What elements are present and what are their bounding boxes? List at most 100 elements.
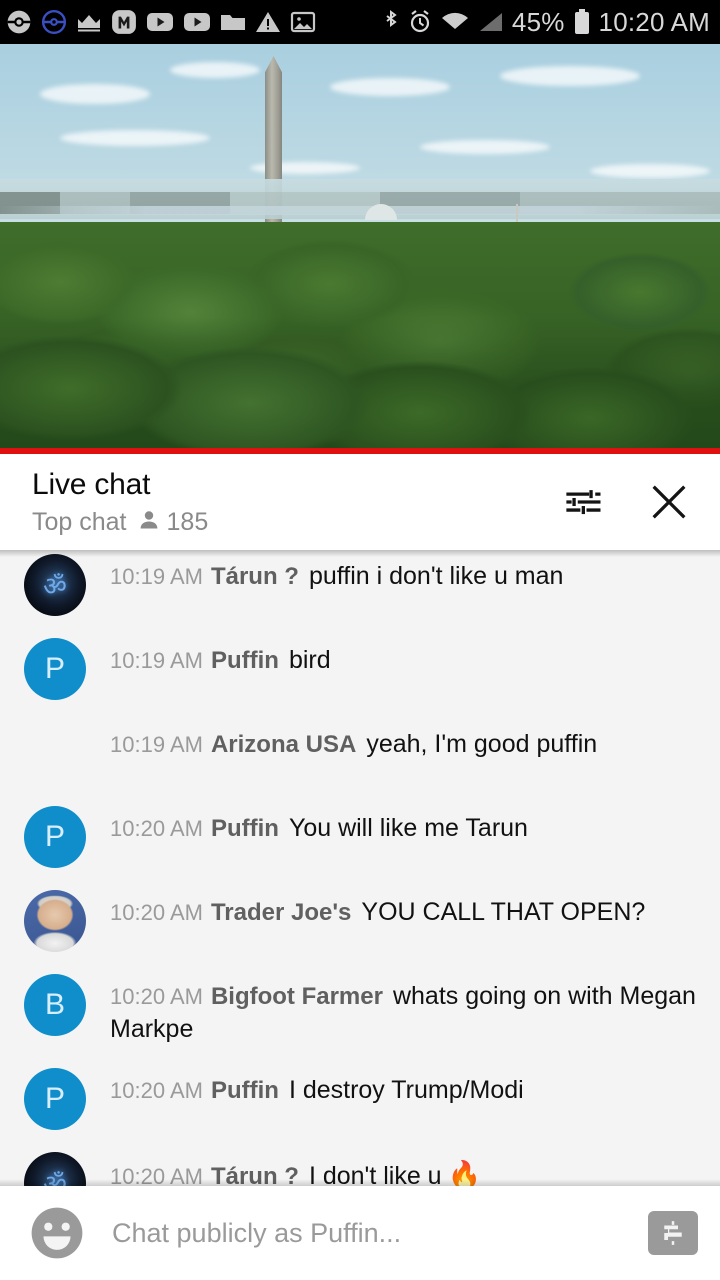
potomac-river	[0, 206, 720, 215]
chat-message-body: 10:20 AM Trader Joe's YOU CALL THAT OPEN?	[86, 888, 645, 929]
tune-sliders-icon[interactable]	[562, 481, 604, 523]
cloud	[590, 164, 710, 178]
avatar[interactable]: P	[24, 806, 86, 868]
youtube-icon-2	[183, 11, 211, 33]
avatar-initial: ॐ	[43, 571, 67, 601]
message-timestamp: 10:19 AM	[110, 648, 203, 673]
youtube-icon	[146, 11, 174, 33]
folder-icon	[220, 11, 246, 33]
bluetooth-icon	[382, 9, 400, 35]
pokeball-outline-icon	[41, 9, 67, 35]
chat-message-row[interactable]: ॐ 10:19 AM Tárun ? puffin i don't like u m…	[0, 550, 720, 626]
alarm-icon	[408, 9, 432, 35]
app-screen: 45% 10:20 AM Live chat Top chat 185 ॐ 10…	[0, 0, 720, 1280]
cellular-signal-icon	[478, 10, 504, 34]
avatar-initial: P	[44, 820, 65, 853]
chat-message-row[interactable]: P 10:19 AM Puffin bird	[0, 626, 720, 710]
clock-label: 10:20 AM	[598, 6, 710, 37]
chat-message-body: 10:20 AM Puffin I destroy Trump/Modi	[86, 1066, 524, 1107]
message-author[interactable]: Puffin	[203, 815, 279, 842]
close-icon[interactable]	[646, 479, 692, 525]
warning-icon	[255, 10, 281, 34]
chat-message-row[interactable]: 10:20 AM Trader Joe's YOU CALL THAT OPEN?	[0, 878, 720, 962]
avatar[interactable]: P	[24, 1068, 86, 1130]
cloud	[420, 140, 550, 154]
message-timestamp: 10:20 AM	[110, 984, 203, 1009]
viewer-count-label: 185	[166, 507, 209, 536]
avatar[interactable]: B	[24, 974, 86, 1036]
message-author[interactable]: Tárun ?	[203, 1163, 299, 1186]
chat-message-row[interactable]: ॐ 10:20 AM Tárun ? I don't like u 🔥	[0, 1140, 720, 1186]
chat-message-row[interactable]: 10:19 AM Arizona USA yeah, I'm good puffin	[0, 710, 720, 794]
crown-icon	[76, 11, 102, 33]
live-chat-titles: Live chat Top chat 185	[32, 468, 208, 537]
chat-input-bar	[0, 1186, 720, 1280]
message-text: puffin i don't like u man	[308, 562, 564, 590]
chat-message-body: 10:19 AM Arizona USA yeah, I'm good puffin	[86, 720, 597, 761]
status-bar-system-icons: 45% 10:20 AM	[382, 7, 710, 38]
message-timestamp: 10:20 AM	[110, 1164, 203, 1186]
message-author[interactable]: Tárun ?	[203, 563, 299, 590]
avatar[interactable]: ॐ	[24, 554, 86, 616]
monument-app-icon	[111, 9, 137, 35]
avatar[interactable]: P	[24, 638, 86, 700]
chat-message-body: 10:19 AM Tárun ? puffin i don't like u man	[86, 552, 563, 593]
pokeball-icon	[6, 9, 32, 35]
message-text: I don't like u	[308, 1162, 442, 1186]
message-author[interactable]: Arizona USA	[203, 731, 356, 758]
dollar-superchat-icon[interactable]	[648, 1211, 698, 1255]
live-chat-actions	[562, 479, 698, 525]
wifi-icon	[440, 10, 470, 34]
message-author[interactable]: Puffin	[203, 647, 279, 674]
avatar-initial: P	[44, 1082, 65, 1115]
foreground-trees	[0, 318, 720, 448]
avatar-initial: ॐ	[43, 1169, 67, 1186]
message-author[interactable]: Bigfoot Farmer	[203, 983, 383, 1010]
message-text: I destroy Trump/Modi	[288, 1076, 524, 1104]
status-bar-notification-icons	[6, 9, 316, 35]
video-progress-fill	[0, 448, 720, 454]
chat-mode-label[interactable]: Top chat	[32, 508, 127, 537]
cloud	[500, 66, 640, 86]
video-progress-bar[interactable]	[0, 448, 720, 454]
battery-percent-label: 45%	[511, 6, 565, 37]
chat-message-body: 10:20 AM Bigfoot Farmer whats going on wit…	[86, 972, 706, 1046]
chat-message-row[interactable]: P 10:20 AM Puffin You will like me Tarun	[0, 794, 720, 878]
message-timestamp: 10:19 AM	[110, 564, 203, 589]
avatar-initial: P	[44, 652, 65, 685]
message-text: bird	[288, 646, 331, 674]
cloud	[330, 78, 450, 96]
message-timestamp: 10:20 AM	[110, 1078, 203, 1103]
chat-message-body: 10:20 AM Tárun ? I don't like u 🔥	[86, 1150, 481, 1186]
avatar[interactable]	[24, 722, 86, 784]
cloud	[170, 62, 260, 78]
live-chat-message-list[interactable]: ॐ 10:19 AM Tárun ? puffin i don't like u m…	[0, 550, 720, 1186]
avatar-initial: B	[44, 988, 65, 1021]
cloud	[40, 84, 150, 104]
video-player[interactable]	[0, 44, 720, 454]
emoji-smiley-icon[interactable]	[26, 1202, 88, 1264]
chat-message-row[interactable]: P 10:20 AM Puffin I destroy Trump/Modi	[0, 1056, 720, 1140]
avatar[interactable]	[24, 890, 86, 952]
avatar[interactable]: ॐ	[24, 1152, 86, 1186]
message-timestamp: 10:19 AM	[110, 732, 203, 757]
message-author[interactable]: Trader Joe's	[203, 899, 351, 926]
chat-message-row[interactable]: B 10:20 AM Bigfoot Farmer whats going on w…	[0, 962, 720, 1056]
viewer-count-group: 185	[137, 507, 209, 537]
message-text: YOU CALL THAT OPEN?	[361, 898, 646, 926]
status-bar: 45% 10:20 AM	[0, 0, 720, 44]
message-timestamp: 10:20 AM	[110, 900, 203, 925]
chat-input-field[interactable]	[88, 1217, 648, 1249]
chat-message-body: 10:20 AM Puffin You will like me Tarun	[86, 804, 528, 845]
message-author[interactable]: Puffin	[203, 1077, 279, 1104]
message-timestamp: 10:20 AM	[110, 816, 203, 841]
message-text: You will like me Tarun	[288, 814, 528, 842]
message-text: yeah, I'm good puffin	[366, 730, 598, 758]
person-icon	[137, 508, 161, 537]
live-chat-subheader: Top chat 185	[32, 508, 208, 537]
cloud	[60, 130, 210, 146]
live-chat-header: Live chat Top chat 185	[0, 454, 720, 550]
live-chat-title: Live chat	[32, 467, 151, 501]
message-emoji: 🔥	[447, 1160, 482, 1186]
chat-message-body: 10:19 AM Puffin bird	[86, 636, 331, 677]
